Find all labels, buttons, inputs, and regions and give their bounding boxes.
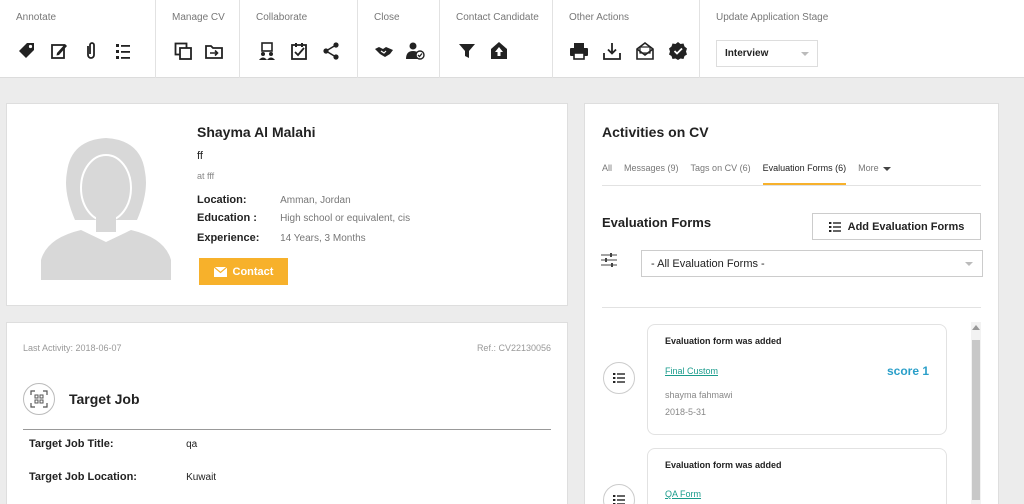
- target-job-title: Target Job: [69, 391, 140, 407]
- stage-select[interactable]: Interview: [716, 40, 818, 67]
- toolbar-group-title: Close: [374, 12, 400, 23]
- avatar: [41, 138, 171, 280]
- activities-title: Activities on CV: [602, 124, 709, 140]
- tab-messages[interactable]: Messages (9): [624, 156, 679, 185]
- stage-select-value: Interview: [725, 48, 769, 59]
- evaluation-forms-title: Evaluation Forms: [602, 215, 712, 230]
- toolbar-group-contact-candidate: Contact Candidate: [440, 0, 553, 78]
- list-icon: [828, 221, 841, 232]
- add-evaluation-forms-label: Add Evaluation Forms: [847, 220, 965, 233]
- toolbar-group-title: Annotate: [16, 12, 57, 23]
- target-job-title-row: Target Job Title: qa: [29, 438, 197, 450]
- add-evaluation-forms-button[interactable]: Add Evaluation Forms: [812, 213, 981, 240]
- activity-item: Evaluation form was added Final Custom s…: [647, 324, 947, 435]
- copy-icon[interactable]: [172, 40, 194, 62]
- divider: [602, 307, 981, 308]
- target-job-title-value: qa: [186, 439, 198, 450]
- toolbar-group-title: Manage CV: [172, 12, 225, 23]
- checkbox-icon[interactable]: [288, 40, 310, 62]
- share-icon[interactable]: [320, 40, 342, 62]
- evaluation-forms-filter-value: - All Evaluation Forms -: [651, 257, 765, 270]
- chevron-down-icon: [801, 51, 809, 56]
- mail-icon[interactable]: [635, 40, 655, 62]
- target-job-location-value: Kuwait: [186, 472, 217, 483]
- toolbar-group-annotate: Annotate: [0, 0, 156, 78]
- experience-label: Experience:: [197, 232, 260, 244]
- evaluation-forms-filter[interactable]: - All Evaluation Forms -: [641, 250, 983, 277]
- candidate-headline: ff: [197, 150, 203, 162]
- toolbar-group-close: Close: [358, 0, 440, 78]
- toolbar-group-other-actions: Other Actions: [553, 0, 700, 78]
- toolbar-group-title: Collaborate: [256, 12, 308, 23]
- toolbar-group-title: Other Actions: [569, 12, 630, 23]
- education-row: Education : High school or equivalent, c…: [197, 212, 410, 224]
- scroll-thumb[interactable]: [972, 340, 980, 500]
- verified-icon[interactable]: [668, 40, 688, 62]
- scroll-up-icon[interactable]: [972, 325, 980, 330]
- activity-heading: Evaluation form was added: [665, 336, 782, 346]
- user-check-icon[interactable]: [405, 40, 426, 62]
- activity-date: 2018-5-31: [665, 407, 707, 417]
- target-job-location-row: Target Job Location: Kuwait: [29, 471, 216, 483]
- contact-button-label: Contact: [232, 265, 274, 278]
- target-job-title-label: Target Job Title:: [29, 438, 114, 450]
- attachment-icon[interactable]: [80, 40, 102, 62]
- target-job-location-label: Target Job Location:: [29, 471, 137, 483]
- tab-tags[interactable]: Tags on CV (6): [691, 156, 751, 185]
- activity-heading: Evaluation form was added: [665, 460, 782, 470]
- toolbar-group-title: Update Application Stage: [716, 12, 829, 23]
- education-value: High school or equivalent, cis: [280, 213, 411, 224]
- divider: [23, 429, 551, 430]
- candidate-name: Shayma Al Malahi: [197, 124, 316, 140]
- upload-icon[interactable]: [488, 40, 510, 62]
- location-row: Location: Amman, Jordan: [197, 194, 351, 206]
- tab-all[interactable]: All: [602, 156, 612, 185]
- profile-card: Shayma Al Malahi ff at fff Location: Amm…: [6, 103, 568, 306]
- toolbar-group-manage-cv: Manage CV: [156, 0, 240, 78]
- target-job-card: Last Activity: 2018-06-07 Ref.: CV221300…: [6, 322, 568, 504]
- move-icon[interactable]: [204, 40, 226, 62]
- chevron-down-icon: [882, 166, 891, 171]
- toolbar-group-title: Contact Candidate: [456, 12, 539, 23]
- chevron-down-icon: [965, 261, 973, 266]
- activity-user: shayma fahmawi: [665, 390, 733, 400]
- activities-scrollbar[interactable]: [971, 322, 981, 504]
- activity-item: Evaluation form was added QA Form: [647, 448, 947, 504]
- location-value: Amman, Jordan: [280, 195, 351, 206]
- experience-row: Experience: 14 Years, 3 Months: [197, 232, 366, 244]
- tab-more[interactable]: More: [858, 156, 891, 185]
- evaluation-form-link[interactable]: QA Form: [665, 489, 701, 499]
- last-activity: Last Activity: 2018-06-07: [23, 343, 122, 353]
- users-icon[interactable]: [256, 40, 278, 62]
- target-job-icon: [23, 383, 55, 415]
- tab-more-label: More: [858, 163, 879, 173]
- download-icon[interactable]: [602, 40, 622, 62]
- edit-icon[interactable]: [48, 40, 70, 62]
- print-icon[interactable]: [569, 40, 589, 62]
- toolbar-group-update-stage: Update Application Stage Interview: [700, 0, 1024, 78]
- activity-tabs: All Messages (9) Tags on CV (6) Evaluati…: [602, 156, 981, 186]
- experience-value: 14 Years, 3 Months: [280, 233, 366, 244]
- location-label: Location:: [197, 194, 247, 206]
- timeline-list-icon: [603, 484, 635, 504]
- activities-card: Activities on CV All Messages (9) Tags o…: [584, 103, 999, 504]
- sliders-icon[interactable]: [601, 252, 617, 268]
- contact-button[interactable]: Contact: [199, 258, 288, 285]
- envelope-icon: [213, 266, 227, 277]
- toolbar: Annotate Manage CV Collaborate Close Con…: [0, 0, 1024, 78]
- tab-evaluation-forms[interactable]: Evaluation Forms (6): [762, 156, 847, 185]
- candidate-company: at fff: [197, 171, 215, 181]
- cv-reference: Ref.: CV22130056: [476, 343, 551, 353]
- list-icon[interactable]: [112, 40, 134, 62]
- toolbar-group-collaborate: Collaborate: [240, 0, 358, 78]
- filter-icon[interactable]: [456, 40, 478, 62]
- timeline-list-icon: [603, 362, 635, 394]
- tag-icon[interactable]: [16, 40, 38, 62]
- education-label: Education :: [197, 212, 257, 224]
- evaluation-score: score 1: [886, 364, 929, 378]
- handshake-icon[interactable]: [374, 40, 395, 62]
- evaluation-form-link[interactable]: Final Custom: [665, 366, 718, 376]
